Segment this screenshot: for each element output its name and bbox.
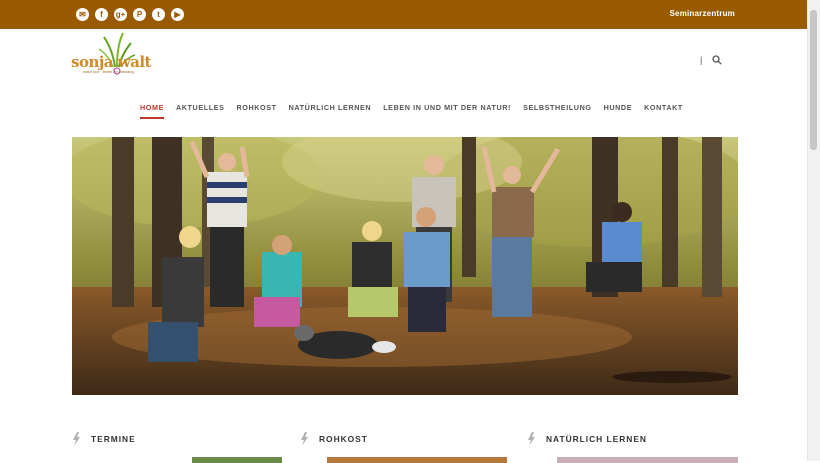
scrollbar-thumb[interactable] (810, 10, 817, 150)
top-bar: ✉ f g+ P t ▶ Seminarzentrum (0, 0, 808, 29)
logo-tagline: natur pur · leben im einklang (83, 69, 134, 74)
lightning-icon (73, 432, 80, 446)
vertical-scrollbar[interactable] (807, 0, 820, 461)
social-links: ✉ f g+ P t ▶ (76, 8, 184, 21)
nav-item-natuerlich-lernen[interactable]: NATÜRLICH LERNEN (289, 103, 372, 119)
site-logo[interactable]: sonja walt natur pur · leben im einklang (71, 31, 159, 79)
section-rohkost: ROHKOST (300, 432, 510, 463)
nav-item-kontakt[interactable]: KONTAKT (644, 103, 683, 119)
email-icon[interactable]: ✉ (76, 8, 89, 21)
twitter-icon[interactable]: t (152, 8, 165, 21)
section-natuerlich-lernen: NATÜRLICH LERNEN (527, 432, 738, 463)
search-icon[interactable] (712, 55, 723, 65)
tools-separator: | (700, 55, 703, 65)
section-title: NATÜRLICH LERNEN (546, 434, 647, 444)
pinterest-icon[interactable]: P (133, 8, 146, 21)
section-termine: TERMINE (72, 432, 282, 463)
section-title: ROHKOST (319, 434, 368, 444)
section-thumbnail[interactable] (192, 457, 282, 463)
lightning-icon (528, 432, 535, 446)
section-thumbnail[interactable] (557, 457, 738, 463)
forest-group-photo (72, 137, 738, 395)
nav-item-leben-in-der-natur[interactable]: LEBEN IN UND MIT DER NATUR! (383, 103, 511, 119)
lightning-icon (301, 432, 308, 446)
youtube-icon[interactable]: ▶ (171, 8, 184, 21)
section-thumbnail[interactable] (327, 457, 507, 463)
google-plus-icon[interactable]: g+ (114, 8, 127, 21)
seminarzentrum-link[interactable]: Seminarzentrum (670, 9, 735, 18)
nav-item-selbstheilung[interactable]: SELBSTHEILUNG (523, 103, 592, 119)
facebook-icon[interactable]: f (95, 8, 108, 21)
nav-item-rohkost[interactable]: ROHKOST (237, 103, 277, 119)
nav-item-aktuelles[interactable]: AKTUELLES (176, 103, 225, 119)
header-tools: | (700, 55, 723, 65)
hero-image (72, 137, 738, 395)
main-navigation: HOME AKTUELLES ROHKOST NATÜRLICH LERNEN … (140, 103, 683, 119)
nav-item-home[interactable]: HOME (140, 103, 164, 119)
nav-item-hunde[interactable]: HUNDE (604, 103, 633, 119)
section-title: TERMINE (91, 434, 136, 444)
